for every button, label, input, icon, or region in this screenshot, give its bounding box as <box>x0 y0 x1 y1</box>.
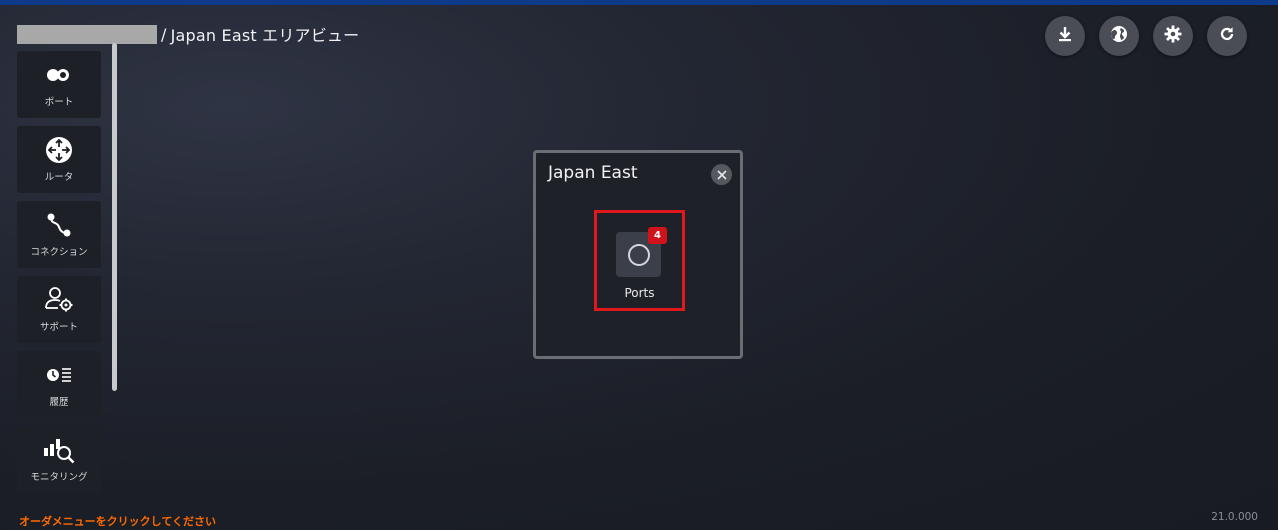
globe-icon <box>1109 24 1129 48</box>
top-accent-strip <box>0 0 1278 5</box>
ports-count-badge: 4 <box>648 227 667 244</box>
router-icon <box>45 135 73 165</box>
refresh-icon <box>1217 24 1237 48</box>
sidebar-item-label: ポート <box>44 97 74 108</box>
sidebar-item-label: 履歴 <box>49 397 69 408</box>
sidebar-item-support[interactable]: サポート <box>17 276 101 343</box>
panel-title: Japan East <box>548 163 638 183</box>
sidebar-item-label: ルータ <box>44 172 74 183</box>
download-icon <box>1055 24 1075 48</box>
sidebar-item-history[interactable]: 履歴 <box>17 351 101 418</box>
download-button[interactable] <box>1045 16 1085 56</box>
refresh-button[interactable] <box>1207 16 1247 56</box>
sidebar-item-router[interactable]: ルータ <box>17 126 101 193</box>
sidebar-item-label: サポート <box>39 322 78 333</box>
close-icon <box>716 165 727 184</box>
sidebar-menu: ポート ルータ コネクション サポート 履歴 モニタリング <box>17 51 101 501</box>
sidebar-scrollbar[interactable] <box>112 43 117 391</box>
ring-icon <box>627 243 650 266</box>
order-menu-hint: オーダメニューをクリックしてください <box>19 515 217 528</box>
redacted-account-name <box>17 24 157 44</box>
sidebar-item-label: コネクション <box>30 247 88 258</box>
settings-button[interactable] <box>1153 16 1193 56</box>
ports-label: Ports <box>624 286 655 300</box>
support-user-gear-icon <box>44 285 74 315</box>
close-button[interactable] <box>711 164 732 185</box>
port-toggle-icon <box>46 60 72 90</box>
monitoring-icon <box>43 435 75 465</box>
version-label: 21.0.000 <box>1211 511 1258 523</box>
breadcrumb: / Japan East エリアビュー <box>17 24 360 45</box>
breadcrumb-separator: / <box>161 24 167 44</box>
area-detail-panel: Japan East 4 Ports <box>533 150 743 359</box>
sidebar-item-monitoring[interactable]: モニタリング <box>17 426 101 493</box>
sidebar-item-label: モニタリング <box>30 472 88 483</box>
top-toolbar <box>1045 16 1247 56</box>
gear-icon <box>1163 24 1183 48</box>
connection-icon <box>46 210 72 240</box>
page-title: Japan East エリアビュー <box>170 26 360 45</box>
history-icon <box>46 360 72 390</box>
sidebar-item-connection[interactable]: コネクション <box>17 201 101 268</box>
region-globe-button[interactable] <box>1099 16 1139 56</box>
sidebar-item-port[interactable]: ポート <box>17 51 101 118</box>
